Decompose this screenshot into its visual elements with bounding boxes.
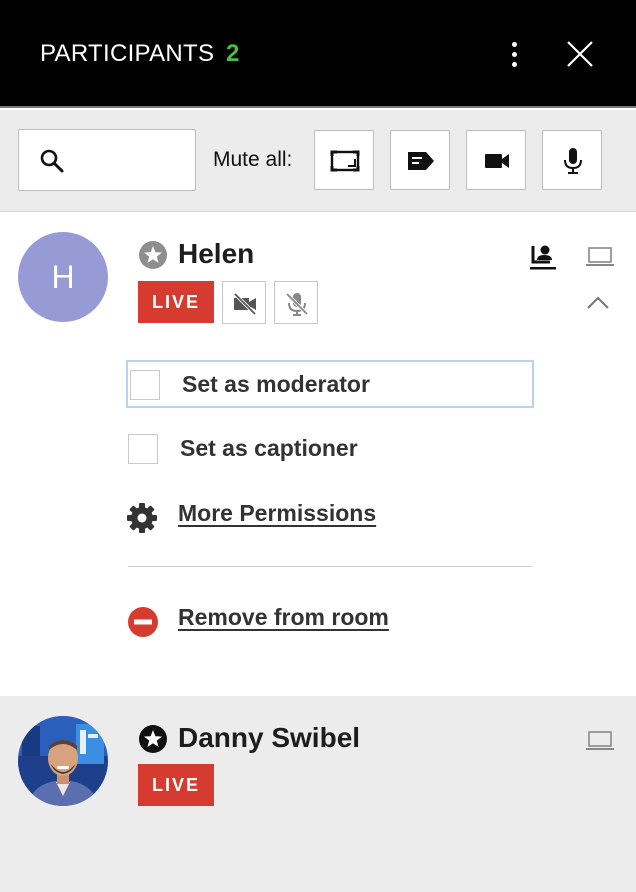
panel-title: PARTICIPANTS <box>40 40 215 67</box>
video-muted-indicator[interactable] <box>222 281 266 324</box>
captions-icon <box>408 152 434 170</box>
set-captioner-option[interactable]: Set as captioner <box>126 426 534 474</box>
remove-label: Remove from room <box>178 604 389 630</box>
star-icon[interactable] <box>138 240 168 270</box>
search-input[interactable] <box>71 140 189 180</box>
divider <box>128 566 532 567</box>
participant-row-helen: H Helen LIVE Set as moderator Set as cap… <box>0 212 636 696</box>
remove-from-room-link[interactable]: Remove from room <box>126 600 426 640</box>
mute-captions-button[interactable] <box>390 130 450 190</box>
captioner-checkbox[interactable] <box>128 434 158 464</box>
laptop-icon[interactable] <box>586 246 614 268</box>
live-badge: LIVE <box>138 281 214 323</box>
laptop-icon[interactable] <box>586 730 614 752</box>
search-icon <box>40 149 64 173</box>
mute-screenshare-button[interactable] <box>314 130 374 190</box>
participant-row-danny: Danny Swibel LIVE <box>0 696 636 892</box>
video-camera-icon <box>485 154 509 168</box>
more-permissions-label: More Permissions <box>178 500 377 526</box>
avatar <box>18 716 108 806</box>
set-moderator-option[interactable]: Set as moderator <box>126 360 534 408</box>
more-permissions-link[interactable]: More Permissions <box>126 496 406 536</box>
more-options-icon[interactable] <box>500 38 530 72</box>
video-off-icon <box>233 292 257 316</box>
moderator-checkbox[interactable] <box>130 370 160 400</box>
microphone-icon <box>564 148 582 174</box>
panel-header: PARTICIPANTS 2 <box>0 0 636 108</box>
participant-name: Danny Swibel <box>178 722 361 753</box>
gear-icon <box>127 503 157 533</box>
toolbar: Mute all: <box>0 110 636 212</box>
search-box[interactable] <box>18 129 196 191</box>
live-badge: LIVE <box>138 764 214 806</box>
microphone-off-icon <box>285 292 309 316</box>
star-icon[interactable] <box>138 724 168 754</box>
audio-muted-indicator[interactable] <box>274 281 318 324</box>
mute-all-audio-button[interactable] <box>542 130 602 190</box>
mute-all-video-button[interactable] <box>466 130 526 190</box>
close-icon[interactable] <box>564 38 596 70</box>
screen-share-icon <box>330 150 360 172</box>
captioner-label: Set as captioner <box>180 435 358 461</box>
chevron-up-icon[interactable] <box>586 294 610 310</box>
mute-all-label: Mute all: <box>213 148 293 171</box>
seat-icon[interactable] <box>528 242 558 272</box>
participant-count: 2 <box>226 40 240 67</box>
moderator-label: Set as moderator <box>182 371 370 397</box>
avatar: H <box>18 232 108 322</box>
remove-icon <box>128 607 158 637</box>
participant-name: Helen <box>178 238 255 269</box>
